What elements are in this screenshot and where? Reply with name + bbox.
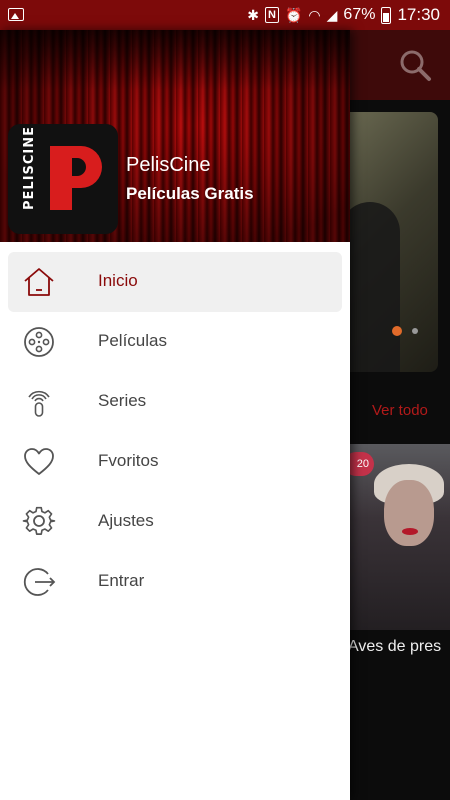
app-logo: PELISCINE [8, 124, 118, 234]
app-subtitle: Películas Gratis [126, 184, 254, 203]
navigation-drawer: PELISCINE PelisCine Películas Gratis Ini… [0, 30, 350, 800]
poster-lips [402, 528, 418, 535]
search-icon[interactable] [398, 48, 432, 82]
heart-icon [24, 448, 54, 475]
menu-label: Inicio [98, 271, 138, 290]
see-all-link[interactable]: Ver todo [372, 402, 428, 419]
menu-item-series[interactable]: Series [8, 372, 342, 432]
movie-poster[interactable]: 20 [350, 444, 450, 630]
drawer-header: PELISCINE PelisCine Películas Gratis [0, 30, 350, 242]
background-toolbar [350, 30, 450, 100]
gear-icon [22, 506, 56, 535]
signal-icon: ◢ [326, 7, 338, 23]
login-icon [23, 568, 56, 596]
menu-label: Ajustes [98, 511, 154, 530]
bluetooth-icon: ✱ [247, 7, 260, 23]
wifi-icon: ◠ [308, 7, 321, 23]
poster-face [384, 480, 434, 546]
carousel-dot-active[interactable] [392, 326, 402, 336]
home-icon [24, 268, 54, 296]
alarm-icon: ⏰ [284, 7, 303, 23]
film-reel-icon [24, 327, 54, 357]
app-name: PelisCine [126, 154, 211, 176]
menu-item-ajustes[interactable]: Ajustes [8, 492, 342, 552]
image-icon [8, 8, 24, 21]
menu-label: Fvoritos [98, 451, 159, 470]
menu-item-favoritos[interactable]: Fvoritos [8, 432, 342, 492]
menu-label: Entrar [98, 571, 145, 590]
nfc-icon: N [265, 7, 279, 23]
poster-title: Aves de pres [350, 638, 442, 655]
status-bar: ✱ N ⏰ ◠ ◢ 67% 17:30 [0, 0, 450, 30]
menu-label: Películas [98, 331, 167, 350]
carousel-dot[interactable] [412, 328, 418, 334]
broadcast-icon [28, 390, 50, 417]
status-icons: ✱ N ⏰ ◠ ◢ 67% 17:30 [247, 4, 440, 26]
battery-icon [381, 6, 392, 24]
year-badge: 20 [350, 452, 374, 476]
menu-item-inicio[interactable]: Inicio [8, 252, 342, 312]
menu-item-entrar[interactable]: Entrar [8, 552, 342, 612]
menu-item-peliculas[interactable]: Películas [8, 312, 342, 372]
clock: 17:30 [397, 5, 440, 24]
background-app: Ver todo 20 Aves de pres [350, 30, 450, 800]
logo-text: PELISCINE [22, 125, 37, 210]
battery-percent: 67% [343, 6, 376, 23]
menu-label: Series [98, 391, 147, 410]
